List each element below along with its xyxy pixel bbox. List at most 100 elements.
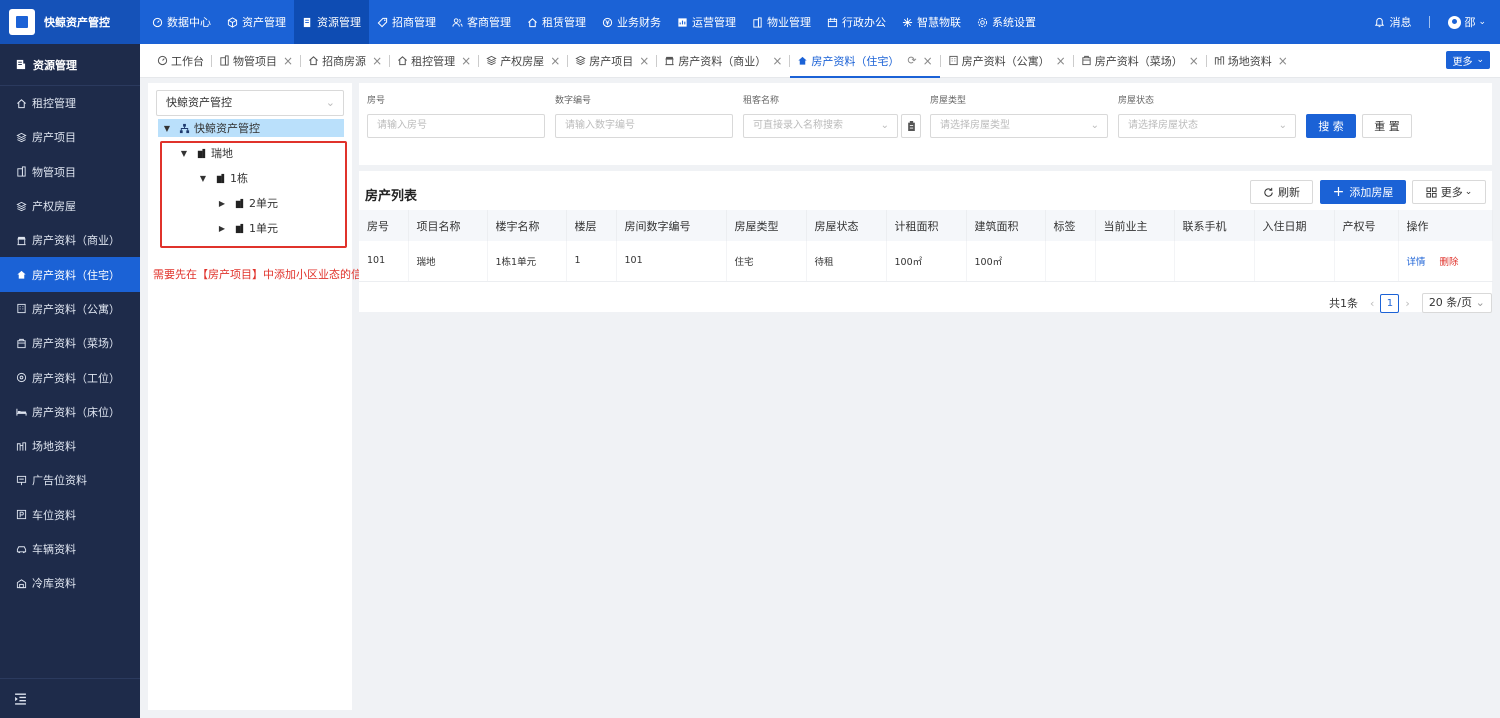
sidebar-item-10[interactable]: 房产资料（床位） — [0, 395, 140, 429]
column-header[interactable]: 联系手机 — [1174, 210, 1255, 241]
caret-down-icon[interactable]: ▼ — [161, 124, 173, 133]
page-size-select[interactable]: 20 条/页 ⌄ — [1421, 293, 1492, 313]
tab-4[interactable]: 租控管理 × — [390, 44, 478, 78]
brand[interactable]: 快鲸资产管控 — [0, 0, 140, 44]
close-icon[interactable]: × — [283, 54, 293, 68]
refresh-button[interactable]: 刷新 — [1250, 180, 1313, 204]
close-icon[interactable]: × — [1278, 54, 1288, 68]
tab-11[interactable]: 场地资料 × — [1207, 44, 1295, 78]
top-nav-item-5[interactable]: 客商管理 — [444, 0, 519, 44]
column-header[interactable]: 建筑面积 — [966, 210, 1046, 241]
sidebar-item-14[interactable]: 车辆资料 — [0, 532, 140, 566]
close-icon[interactable]: × — [923, 54, 933, 68]
tab-10[interactable]: 房产资料（菜场） × — [1074, 44, 1206, 78]
column-header[interactable]: 产权号 — [1334, 210, 1399, 241]
sidebar-item-9[interactable]: 房产资料（工位） — [0, 360, 140, 394]
layers-icon — [486, 55, 497, 66]
tenant-select[interactable]: 可直接录入名称搜索 ⌄ — [743, 114, 898, 138]
messages-link[interactable]: 消息 — [1389, 14, 1411, 30]
tabs-more-button[interactable]: 更多 ⌄ — [1446, 51, 1490, 69]
house-status-select[interactable]: 请选择房屋状态 ⌄ — [1118, 114, 1296, 138]
tab-9[interactable]: 房产资料（公寓） × — [941, 44, 1073, 78]
network-icon — [902, 17, 913, 28]
top-nav-item-1[interactable]: 数据中心 — [144, 0, 219, 44]
sidebar-item-1[interactable]: 租控管理 — [0, 86, 140, 120]
close-icon[interactable]: × — [1056, 54, 1066, 68]
sidebar-item-12[interactable]: 广告位资料 — [0, 463, 140, 497]
table-row[interactable]: 101 瑞地 1栋1单元 1 101 住宅 待租 100㎡ 100㎡ 详情 删除 — [359, 241, 1493, 282]
sidebar-item-13[interactable]: 车位资料 — [0, 498, 140, 532]
close-icon[interactable]: × — [550, 54, 560, 68]
tree-node-root[interactable]: ▼ 快鲸资产管控 — [158, 119, 344, 137]
column-header[interactable]: 房号 — [359, 210, 409, 241]
delete-link[interactable]: 删除 — [1440, 257, 1459, 268]
more-actions-button[interactable]: 更多 ⌄ — [1412, 180, 1486, 204]
user-name[interactable]: 邵 — [1464, 14, 1475, 30]
top-nav-item-4[interactable]: 招商管理 — [369, 0, 444, 44]
top-nav-item-2[interactable]: 资产管理 — [219, 0, 294, 44]
column-header[interactable]: 计租面积 — [886, 210, 967, 241]
top-nav-item-9[interactable]: 物业管理 — [744, 0, 819, 44]
column-header[interactable]: 项目名称 — [408, 210, 488, 241]
sidebar-item-4[interactable]: 产权房屋 — [0, 189, 140, 223]
tab-label: 房产资料（住宅） — [811, 54, 900, 68]
column-header[interactable]: 房间数字编号 — [616, 210, 727, 241]
top-nav-item-3[interactable]: 资源管理 — [294, 0, 369, 44]
column-header[interactable]: 标签 — [1045, 210, 1096, 241]
top-nav-item-11[interactable]: 智慧物联 — [894, 0, 969, 44]
collapse-menu-icon[interactable] — [14, 692, 27, 705]
top-nav-item-6[interactable]: 租赁管理 — [519, 0, 594, 44]
tab-5[interactable]: 产权房屋 × — [479, 44, 567, 78]
column-header[interactable]: 房屋类型 — [726, 210, 807, 241]
column-header[interactable]: 楼宇名称 — [487, 210, 567, 241]
close-icon[interactable]: × — [461, 54, 471, 68]
tab-3[interactable]: 招商房源 × — [301, 44, 389, 78]
top-nav-item-12[interactable]: 系统设置 — [969, 0, 1044, 44]
sidebar-item-8[interactable]: 房产资料（菜场） — [0, 326, 140, 360]
close-icon[interactable]: × — [639, 54, 649, 68]
close-icon[interactable]: × — [372, 54, 382, 68]
chevron-right-icon[interactable]: › — [1405, 297, 1409, 310]
refresh-icon[interactable]: ⟳ — [907, 54, 916, 67]
top-nav-item-8[interactable]: 运营管理 — [669, 0, 744, 44]
add-house-button[interactable]: + 添加房屋 — [1320, 180, 1406, 204]
bell-icon[interactable] — [1374, 17, 1385, 28]
top-nav-item-7[interactable]: 业务财务 — [594, 0, 669, 44]
digital-no-input[interactable]: 请输入数字编号 — [555, 114, 733, 138]
house-type-select[interactable]: 请选择房屋类型 ⌄ — [930, 114, 1108, 138]
detail-link[interactable]: 详情 — [1407, 257, 1426, 268]
clipboard-icon[interactable] — [901, 114, 921, 138]
company-select[interactable]: 快鲸资产管控 ⌄ — [156, 90, 344, 116]
sidebar-item-3[interactable]: 物管项目 — [0, 155, 140, 189]
column-header[interactable]: 当前业主 — [1095, 210, 1175, 241]
building-icon — [16, 166, 27, 177]
sidebar-item-6[interactable]: 房产资料（住宅） — [0, 257, 140, 292]
search-button[interactable]: 搜 索 — [1306, 114, 1356, 138]
table-cell: 100㎡ — [886, 241, 967, 282]
sidebar-item-11[interactable]: 场地资料 — [0, 429, 140, 463]
sidebar-item-7[interactable]: 房产资料（公寓） — [0, 292, 140, 326]
page-button-current[interactable]: 1 — [1380, 293, 1400, 313]
chevron-left-icon[interactable]: ‹ — [1370, 297, 1374, 310]
market-icon — [1081, 55, 1092, 66]
sidebar-item-2[interactable]: 房产项目 — [0, 120, 140, 154]
chevron-down-icon[interactable]: ⌄ — [1478, 17, 1486, 27]
top-nav-item-10[interactable]: 行政办公 — [819, 0, 894, 44]
column-header[interactable]: 操作 — [1398, 210, 1493, 241]
column-header[interactable]: 楼层 — [566, 210, 617, 241]
close-icon[interactable]: × — [1189, 54, 1199, 68]
tab-7[interactable]: 房产资料（商业） × — [657, 44, 789, 78]
column-header[interactable]: 入住日期 — [1254, 210, 1335, 241]
column-header[interactable]: 房屋状态 — [806, 210, 887, 241]
top-navigation-bar: 快鲸资产管控 数据中心 资产管理 资源管理 招商管理 客商管理 租赁管理 业务财务 运营管理 物… — [0, 0, 1500, 44]
room-no-input[interactable]: 请输入房号 — [367, 114, 545, 138]
tab-6[interactable]: 房产项目 × — [568, 44, 656, 78]
sidebar-item-15[interactable]: 冷库资料 — [0, 566, 140, 600]
tab-8[interactable]: 房产资料（住宅） ⟳ × — [790, 44, 940, 78]
tab-1[interactable]: 工作台 — [150, 44, 211, 78]
tab-2[interactable]: 物管项目 × — [212, 44, 300, 78]
avatar[interactable] — [1448, 15, 1462, 29]
close-icon[interactable]: × — [772, 54, 782, 68]
reset-button[interactable]: 重 置 — [1362, 114, 1412, 138]
sidebar-item-5[interactable]: 房产资料（商业） — [0, 223, 140, 257]
